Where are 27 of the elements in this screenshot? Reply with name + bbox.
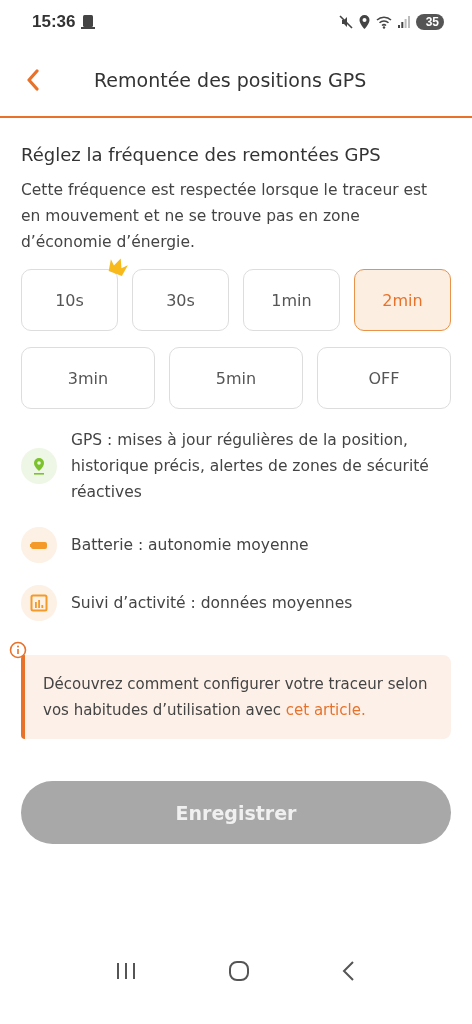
description-text: Cette fréquence est respectée lorsque le traceur est en mouvement et ne se trouve pas en zone d’économie d’énergie. [21,180,429,253]
frequency-option[interactable]: 1min [243,269,340,331]
wifi-icon [375,15,392,29]
battery-indicator: 35 [415,14,444,30]
frequency-option[interactable]: 3min [21,347,155,409]
recent-apps-icon[interactable] [115,961,138,981]
mute-icon [338,15,353,29]
back-icon[interactable] [26,69,40,91]
status-time: 15:36 [32,12,76,32]
page-title: Remontée des positions GPS [94,69,367,91]
frequency-option[interactable]: OFF [317,347,451,409]
feature-text: Suivi d’activité : données moyennes [71,593,353,614]
feature-text: Batterie : autonomie moyenne [71,535,309,556]
frequency-option[interactable]: 5min [169,347,303,409]
frequency-option[interactable]: 10s [21,269,118,331]
frequency-option[interactable]: 30s [132,269,229,331]
battery-icon [21,527,57,563]
phone-icon [81,14,96,30]
signal-icon [397,16,410,28]
info-text: Découvrez comment configurer votre traceur selon vos habitudes d’utilisation avec cet article. [43,674,429,721]
location-pin-icon [21,448,57,484]
section-title: Réglez la fréquence des remontées GPS [21,144,382,165]
location-icon [358,15,370,29]
chart-icon [21,585,57,621]
feature-text: GPS : mises à jour régulières de la position, historique précis, alertes de zones de sécurité réactives [71,430,430,503]
back-nav-icon[interactable] [340,960,357,982]
home-icon[interactable] [228,960,250,982]
